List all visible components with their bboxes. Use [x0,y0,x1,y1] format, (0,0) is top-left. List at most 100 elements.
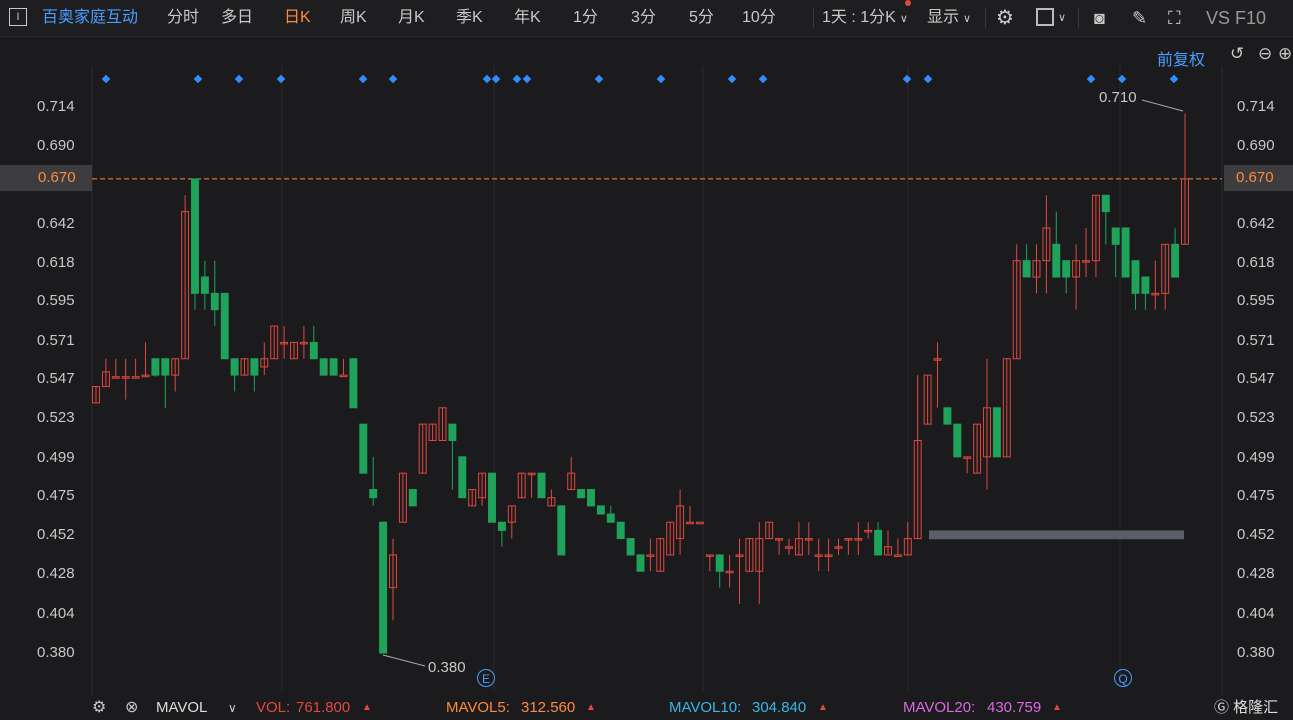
candle-body [309,341,318,360]
camera-icon[interactable]: ◙ [1094,0,1105,36]
price-tick: 0.618 [1237,254,1275,271]
undo-icon[interactable]: ↺ [1230,44,1244,64]
price-tick: 0.380 [1237,644,1275,661]
price-tick: 0.428 [37,565,75,582]
event-diamond [193,74,203,84]
candle-body [448,423,457,441]
interval-select[interactable]: 1天 : 1分K ∨ [822,0,908,36]
chevron-down-icon: ∨ [963,13,972,25]
candle-body [220,292,229,360]
pencil-icon[interactable]: ✎ [1132,0,1147,36]
price-tick: 0.618 [37,254,75,271]
event-diamond [276,74,286,84]
vol-label: VOL: [256,699,291,716]
chevron-down-icon[interactable]: ∨ [1058,0,1066,36]
candle-body [329,358,338,376]
price-tick: 0.714 [1237,98,1275,115]
candle-body [1101,194,1110,213]
tab-7[interactable]: 1分 [573,0,598,36]
candle-body [1062,260,1071,278]
stock-name[interactable]: 百奥家庭互动 [42,0,138,36]
price-tick: 0.499 [1237,449,1275,466]
event-diamond [1086,74,1096,84]
candle-body [1111,227,1120,245]
adjust-mode[interactable]: 前复权 [1157,46,1205,70]
display-menu[interactable]: 显示 ∨ [927,0,971,36]
up-arrow-icon: ▲ [586,702,596,713]
price-tick: 0.452 [37,526,75,543]
sidebar-toggle-button[interactable]: I [9,8,27,26]
price-tick: 0.642 [1237,215,1275,232]
candle-body [161,358,170,376]
candle-body [250,358,259,376]
candle-body [686,521,694,525]
tab-5[interactable]: 季K [456,0,483,36]
candle-body [131,376,140,379]
tab-2[interactable]: 日K [284,0,311,36]
event-diamond [902,74,912,84]
price-tick: 0.595 [1237,292,1275,309]
event-diamond [512,74,522,84]
tab-4[interactable]: 月K [398,0,425,36]
candle-body [577,489,586,499]
logo-icon: Ⓖ [1214,699,1234,716]
candle-body [715,554,724,572]
mavol20-value: 430.759 [987,699,1042,716]
tab-10[interactable]: 10分 [742,0,776,36]
max-price-label: 0.710 [1099,89,1137,106]
divider [985,8,986,28]
indicator-name[interactable]: MAVOL [156,696,207,720]
current-price-tag-right: 0.670 [1224,165,1293,191]
mavol5-label: MAVOL5: [446,699,510,716]
candle-body [408,489,417,507]
up-arrow-icon: ▲ [818,702,828,713]
candle-body [616,521,625,540]
event-q-marker[interactable]: Q [1114,669,1132,687]
candle-body [210,292,219,311]
candle-body [695,521,704,525]
watermark-logo: Ⓖ 格隆汇 [1214,696,1278,720]
tab-0[interactable]: 分时 [167,0,199,36]
toolbar: I 百奥家庭互动 分时 多日 日K 周K 月K 季K 年K 1分 3分 5分 10分 1天 : 1分… [0,0,1293,37]
candle-body [151,358,160,376]
zoom-out-icon[interactable]: ⊖ [1258,44,1272,64]
candle-body [874,529,883,556]
tab-8[interactable]: 3分 [631,0,656,36]
tab-9[interactable]: 5分 [689,0,714,36]
candle-body [349,358,358,409]
event-diamond [758,74,768,84]
candle-body [319,358,328,376]
up-arrow-icon: ▲ [1052,702,1062,713]
price-tick: 0.475 [37,487,75,504]
event-diamond [522,74,532,84]
candle-body [626,538,635,556]
mavol5-value: 312.560 [521,699,576,716]
checkbox-icon[interactable] [1036,8,1054,26]
vs-f10-button[interactable]: VS F10 [1206,0,1266,36]
close-icon[interactable]: ⊗ [125,696,138,720]
event-diamond [923,74,933,84]
candle-body [200,276,209,294]
price-tick: 0.499 [37,449,75,466]
divider [1078,8,1079,28]
candle-body [359,423,368,474]
price-tick: 0.547 [37,370,75,387]
event-diamond [594,74,604,84]
tab-1[interactable]: 多日 [221,0,253,36]
price-tick: 0.404 [1237,605,1275,622]
tab-3[interactable]: 周K [340,0,367,36]
up-arrow-icon: ▲ [362,702,372,713]
chevron-down-icon[interactable]: ∨ [228,696,237,720]
settings-icon[interactable]: ⚙ [92,696,106,720]
event-e-marker[interactable]: E [477,669,495,687]
candle-body [1022,260,1031,278]
price-tick: 0.452 [1237,526,1275,543]
zoom-in-icon[interactable]: ⊕ [1278,44,1292,64]
kline-chart[interactable]: 前复权 ↺ ⊖ ⊕ 0.714 0.690 0.642 0.618 0.595 0.571… [0,36,1293,696]
fullscreen-icon[interactable]: ⛶ [1168,0,1181,36]
gear-icon[interactable]: ⚙ [996,0,1014,36]
price-tick: 0.690 [1237,137,1275,154]
price-tick: 0.475 [1237,487,1275,504]
tab-6[interactable]: 年K [514,0,541,36]
event-diamond [656,74,666,84]
